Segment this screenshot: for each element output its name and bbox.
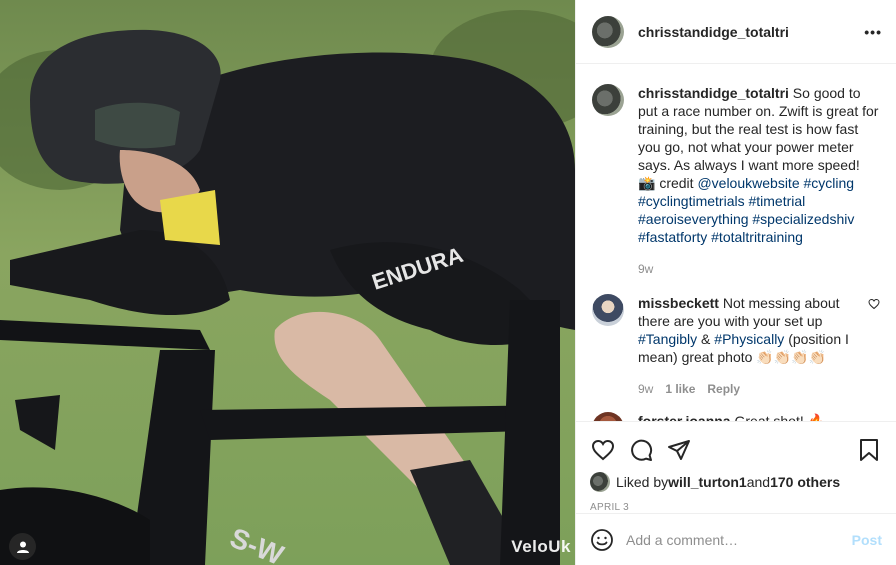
like-comment-heart-icon[interactable] bbox=[868, 298, 880, 310]
comments-list[interactable]: chrisstandidge_totaltri So good to put a… bbox=[576, 64, 896, 421]
post-button[interactable]: Post bbox=[852, 532, 882, 548]
caption: chrisstandidge_totaltri So good to put a… bbox=[592, 84, 880, 278]
likes-prefix: Liked by bbox=[616, 474, 669, 490]
caption-username[interactable]: chrisstandidge_totaltri bbox=[638, 85, 789, 101]
post-actions: Liked by will_turton1 and 170 others APR… bbox=[576, 421, 896, 513]
comment-username[interactable]: missbeckett bbox=[638, 295, 719, 311]
likes-others[interactable]: 170 others bbox=[770, 474, 840, 490]
comment-age[interactable]: 9w bbox=[638, 380, 653, 398]
likes-summary: Liked by will_turton1 and 170 others bbox=[590, 472, 882, 492]
avatar[interactable] bbox=[590, 472, 610, 492]
comment-input[interactable]: Add a comment… bbox=[626, 532, 852, 548]
header-username[interactable]: chrisstandidge_totaltri bbox=[638, 24, 864, 40]
tagged-user-icon[interactable] bbox=[9, 533, 36, 560]
comment-username[interactable]: forster.joanna bbox=[638, 413, 731, 421]
comment-item: missbeckett Not messing about there are … bbox=[592, 294, 880, 398]
post-date[interactable]: APRIL 3 bbox=[590, 502, 882, 513]
caption-age[interactable]: 9w bbox=[638, 260, 653, 278]
avatar[interactable] bbox=[592, 84, 624, 116]
caption-mention[interactable]: @veloukwebsite bbox=[697, 175, 799, 191]
add-comment-bar: Add a comment… Post bbox=[576, 513, 896, 565]
post-header: chrisstandidge_totaltri ••• bbox=[576, 0, 896, 64]
more-horizontal-icon[interactable]: ••• bbox=[864, 24, 882, 40]
likes-middle: and bbox=[746, 474, 771, 490]
likes-user[interactable]: will_turton1 bbox=[668, 474, 747, 490]
comment-hashtag[interactable]: #Physically bbox=[714, 331, 784, 347]
avatar[interactable] bbox=[592, 15, 624, 48]
reply-button[interactable]: Reply bbox=[707, 380, 740, 398]
emoji-icon[interactable] bbox=[590, 528, 614, 552]
comment-likes[interactable]: 1 like bbox=[665, 380, 695, 398]
post-panel: chrisstandidge_totaltri ••• chrisstandid… bbox=[575, 0, 896, 565]
comment-text: Great shot! 🔥 bbox=[730, 413, 826, 421]
share-icon[interactable] bbox=[666, 437, 692, 463]
bookmark-icon[interactable] bbox=[856, 437, 882, 463]
avatar[interactable] bbox=[592, 412, 624, 421]
avatar[interactable] bbox=[592, 294, 624, 326]
heart-icon[interactable] bbox=[590, 437, 616, 463]
post-photo[interactable]: ENDURA S-W VeloUk bbox=[0, 0, 575, 565]
comment-hashtag[interactable]: #Tangibly bbox=[638, 331, 697, 347]
photo-watermark: VeloUk bbox=[511, 537, 571, 556]
comment-item: forster.joanna Great shot! 🔥 bbox=[592, 412, 880, 421]
comment-icon[interactable] bbox=[628, 437, 654, 463]
cyclist-photo: ENDURA S-W bbox=[0, 0, 575, 565]
comment-text-mid: & bbox=[697, 331, 715, 347]
